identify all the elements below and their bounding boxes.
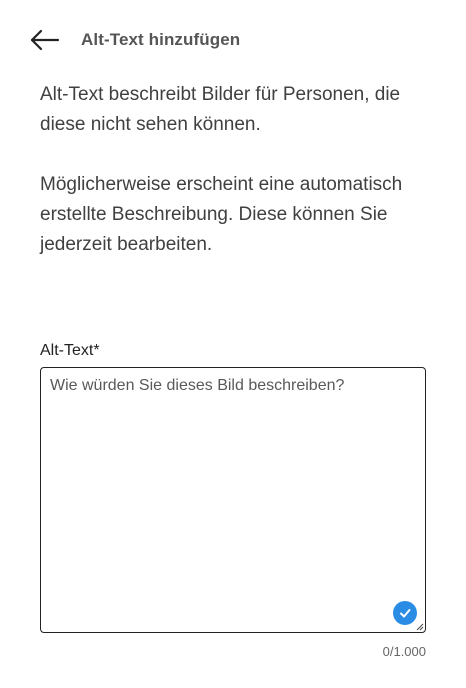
resize-handle[interactable] <box>416 623 424 631</box>
dialog-header: Alt-Text hinzufügen <box>0 0 466 80</box>
description-paragraph-2: Möglicherweise erscheint eine automatisc… <box>40 174 403 255</box>
alt-text-label: Alt-Text* <box>40 342 100 359</box>
alt-text-field-container <box>40 367 426 633</box>
alt-text-textarea[interactable] <box>41 368 425 632</box>
check-circle-icon <box>393 601 417 625</box>
description-paragraph-1: Alt-Text beschreibt Bilder für Personen,… <box>40 84 401 135</box>
arrow-left-icon <box>30 29 60 51</box>
character-counter: 0/1.000 <box>382 644 426 659</box>
back-button[interactable] <box>28 26 62 54</box>
page-title: Alt-Text hinzufügen <box>81 30 241 49</box>
